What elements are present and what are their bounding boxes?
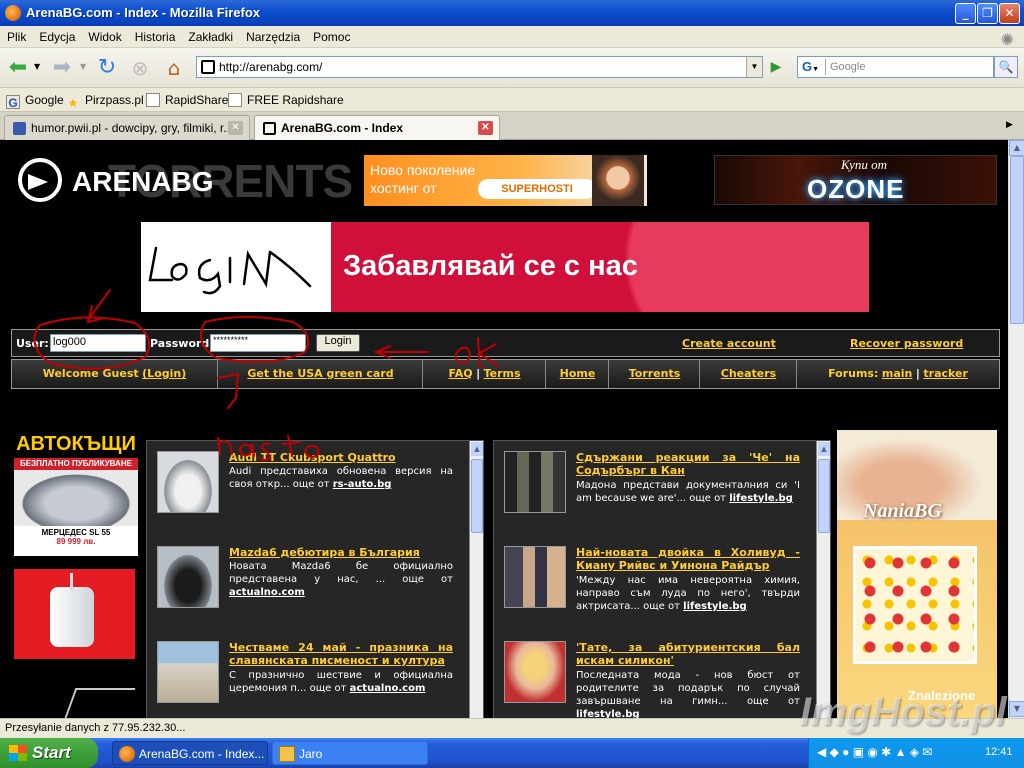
firefox-icon (119, 746, 135, 762)
star-icon: ★ (67, 96, 79, 110)
page-viewport: TORRENTS ARENABG Ново поколение хостинг … (0, 140, 1008, 718)
scroll-up-icon[interactable]: ▲ (1009, 140, 1024, 156)
menu-edycja[interactable]: Edycja (32, 26, 81, 44)
bookmark-free-rapidshare[interactable]: FREE Rapidshare (228, 93, 344, 107)
ok-text (454, 337, 499, 369)
google-icon: G (6, 95, 20, 110)
go-button[interactable]: ▶ (765, 56, 787, 78)
menu-narzedzia[interactable]: Narzędzia (239, 26, 306, 44)
nasto-text (217, 435, 320, 461)
handwritten-annotations (33, 246, 499, 461)
windows-flag-icon (9, 745, 27, 761)
bookmark-pirzpass[interactable]: ★ Pirzpass.pl (66, 93, 144, 110)
login-scribble (148, 246, 312, 295)
clock[interactable]: 12:41 (985, 746, 1013, 758)
password-input-circle (200, 316, 309, 363)
scroll-thumb[interactable] (1010, 156, 1024, 324)
window-title: ArenaBG.com - Index - Mozilla Firefox (26, 5, 261, 20)
menu-historia[interactable]: Historia (128, 26, 182, 44)
firefox-icon (5, 5, 21, 21)
maximize-button[interactable]: ❐ (977, 3, 998, 24)
site-favicon-icon (201, 60, 215, 74)
arrow-to-greencard (217, 372, 240, 409)
forward-history-chevron-icon[interactable]: ▼ (80, 62, 86, 71)
taskbar: Start ArenaBG.com - Index... Jaro ◀ ◆ ● … (0, 738, 1024, 768)
watermark: ImgHost.pl (800, 690, 1007, 734)
page-icon (146, 93, 160, 107)
back-history-chevron-icon[interactable]: ▼ (34, 62, 40, 71)
start-button[interactable]: Start (0, 738, 98, 768)
bookmarks-bar: G Google ★ Pirzpass.pl RapidShare FREE Rap… (0, 88, 1024, 112)
home-button[interactable]: ⌂ (160, 54, 188, 82)
user-input-circle (33, 316, 151, 370)
system-tray: ◀ ◆ ● ▣ ◉ ✱ ▲ ◈ ✉ 12:41 (808, 738, 1024, 768)
tab-close-icon[interactable]: ✕ (228, 121, 243, 135)
minimize-button[interactable]: _ (955, 3, 976, 24)
menu-plik[interactable]: Plik (0, 26, 32, 44)
tab-bar: humor.pwii.pl - dowcipy, gry, filmiki, r… (0, 112, 1024, 140)
navigation-toolbar: ⬅ ▼ ➡ ▼ ↻ ⊗ ⌂ http://arenabg.com/ ▼ ▶ G▼… (0, 48, 1024, 88)
address-bar[interactable]: http://arenabg.com/ ▼ (196, 56, 763, 78)
tab-humor[interactable]: humor.pwii.pl - dowcipy, gry, filmiki, r… (4, 115, 250, 140)
title-bar: ArenaBG.com - Index - Mozilla Firefox _ … (0, 0, 1024, 26)
search-placeholder: Google (830, 61, 866, 73)
site-favicon-icon (263, 122, 276, 135)
mail-icon (279, 746, 295, 762)
menu-pomoc[interactable]: Pomoc (306, 26, 356, 44)
bookmark-google[interactable]: G Google (6, 93, 64, 110)
search-icon[interactable]: 🔍 (994, 56, 1018, 78)
throbber-icon: ✺ (1000, 32, 1014, 49)
page-scrollbar[interactable]: ▲ ▼ (1008, 140, 1024, 718)
menu-widok[interactable]: Widok (81, 26, 127, 44)
site-favicon-icon (13, 122, 26, 135)
arrow-to-login (373, 345, 429, 359)
tab-close-icon[interactable]: ✕ (478, 121, 493, 135)
taskbar-item-jaro[interactable]: Jaro (272, 741, 428, 765)
stop-button[interactable]: ⊗ (126, 54, 154, 82)
tab-list-chevron-icon[interactable]: ▶ (1006, 120, 1013, 130)
address-text: http://arenabg.com/ (219, 60, 323, 74)
tray-icons[interactable]: ◀ ◆ ● ▣ ◉ ✱ ▲ ◈ ✉ (817, 745, 932, 759)
menu-zakladki[interactable]: Zakładki (181, 26, 239, 44)
search-input[interactable]: G▼ Google (797, 56, 994, 78)
reload-button[interactable]: ↻ (93, 54, 121, 82)
url-history-dropdown-icon[interactable]: ▼ (746, 57, 762, 77)
back-button[interactable]: ⬅ (4, 54, 32, 82)
google-engine-icon[interactable]: G▼ (800, 59, 826, 75)
tab-arenabg[interactable]: ArenaBG.com - Index ✕ (254, 115, 500, 140)
close-button[interactable]: ✕ (999, 3, 1020, 24)
taskbar-item-firefox[interactable]: ArenaBG.com - Index... (112, 741, 268, 765)
forward-button[interactable]: ➡ (48, 54, 76, 82)
page-icon (228, 93, 242, 107)
scroll-down-icon[interactable]: ▼ (1009, 701, 1024, 717)
bookmark-rapidshare[interactable]: RapidShare (146, 93, 228, 107)
menu-bar: Plik Edycja Widok Historia Zakładki Narzędzia… (0, 26, 1024, 49)
status-text: Przesyłanie danych z 77.95.232.30... (5, 722, 186, 734)
